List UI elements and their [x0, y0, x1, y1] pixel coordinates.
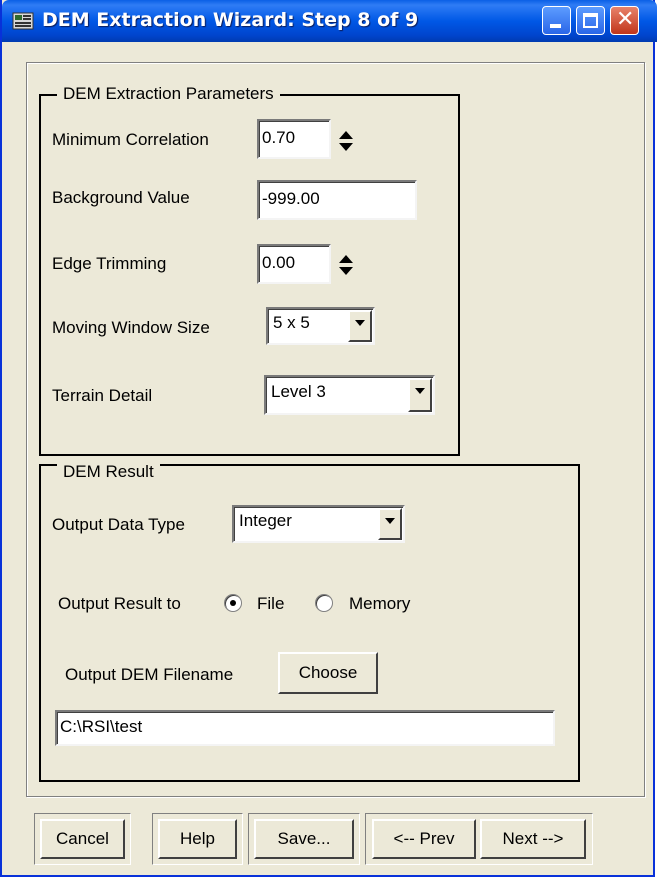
output-memory-label[interactable]: Memory	[349, 594, 410, 614]
result-group-legend: DEM Result	[57, 462, 160, 482]
output-data-type-dropdown[interactable]	[378, 508, 402, 540]
output-data-type-label: Output Data Type	[52, 515, 185, 534]
output-filename-label: Output DEM Filename	[65, 665, 234, 684]
save-button[interactable]: Save...	[254, 819, 354, 859]
spinner-arrows-icon	[339, 255, 353, 275]
edge-trimming-label: Edge Trimming	[52, 254, 167, 273]
output-data-type-value: Integer	[239, 511, 292, 530]
dropdown-arrow-icon	[355, 320, 365, 326]
wizard-app-icon	[12, 11, 34, 31]
terrain-detail-label: Terrain Detail	[52, 386, 153, 405]
close-button[interactable]: ✕	[610, 6, 639, 35]
close-icon: ✕	[616, 7, 635, 32]
moving-window-dropdown[interactable]	[348, 310, 372, 342]
output-filename-field[interactable]: C:\RSI\test	[55, 710, 555, 746]
moving-window-label: Moving Window Size	[52, 318, 210, 337]
window-title: DEM Extraction Wizard: Step 8 of 9	[42, 9, 419, 31]
minimize-icon	[550, 24, 561, 28]
edge-trimming-spinner[interactable]	[336, 250, 356, 280]
wizard-window: DEM Extraction Wizard: Step 8 of 9 ✕ DEM…	[0, 0, 657, 877]
result-group-title: DEM Result	[63, 462, 154, 481]
min-correlation-label: Minimum Correlation	[52, 130, 209, 149]
output-memory-radio[interactable]	[315, 594, 333, 612]
help-button[interactable]: Help	[158, 819, 237, 859]
cancel-button[interactable]: Cancel	[40, 819, 125, 859]
moving-window-value: 5 x 5	[273, 313, 310, 332]
edge-trimming-field[interactable]: 0.00	[257, 244, 331, 284]
terrain-detail-value: Level 3	[271, 382, 326, 401]
parameters-group-title: DEM Extraction Parameters	[63, 84, 274, 103]
dropdown-arrow-icon	[385, 518, 395, 524]
background-value-field[interactable]: -999.00	[257, 180, 417, 220]
output-file-radio[interactable]	[224, 594, 242, 612]
min-correlation-field[interactable]: 0.70	[257, 119, 331, 159]
output-data-type-select[interactable]: Integer	[232, 505, 405, 543]
output-result-label: Output Result to	[58, 594, 181, 613]
next-button[interactable]: Next -->	[480, 819, 586, 859]
title-bar[interactable]: DEM Extraction Wizard: Step 8 of 9 ✕	[2, 0, 657, 42]
maximize-icon	[583, 13, 598, 28]
background-value-label: Background Value	[52, 188, 190, 207]
parameters-group-legend: DEM Extraction Parameters	[57, 84, 280, 104]
maximize-button[interactable]	[576, 6, 605, 35]
output-file-label[interactable]: File	[257, 594, 284, 614]
choose-button[interactable]: Choose	[278, 652, 378, 694]
prev-button[interactable]: <-- Prev	[372, 819, 476, 859]
min-correlation-spinner[interactable]	[336, 126, 356, 156]
minimize-button[interactable]	[542, 6, 571, 35]
terrain-detail-select[interactable]: Level 3	[264, 375, 435, 415]
moving-window-select[interactable]: 5 x 5	[266, 307, 375, 345]
spinner-arrows-icon	[339, 131, 353, 151]
dropdown-arrow-icon	[415, 388, 425, 394]
radio-selected-dot	[230, 600, 236, 606]
terrain-detail-dropdown[interactable]	[408, 378, 432, 412]
